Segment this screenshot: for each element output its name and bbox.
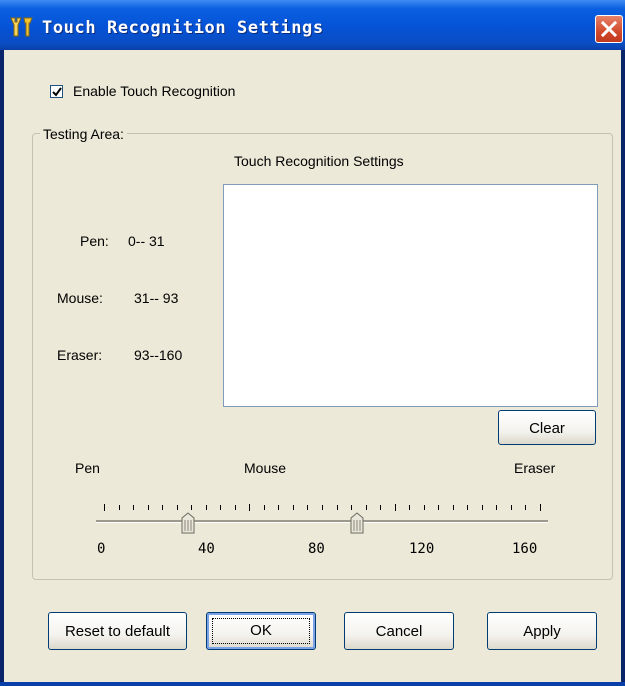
slider-tick — [481, 505, 483, 510]
slider-tick — [133, 505, 135, 510]
slider-tick — [438, 505, 440, 510]
slider-thumb-mouse-eraser[interactable] — [350, 512, 364, 534]
touch-settings-header: Touch Recognition Settings — [234, 153, 404, 169]
slider-zone-pen: Pen — [75, 460, 100, 476]
slider-tick — [452, 505, 454, 510]
slider-tick — [292, 505, 294, 510]
slider-tick — [540, 504, 541, 511]
pen-range-value: 0-- 31 — [128, 233, 165, 249]
mouse-range-name: Mouse: — [57, 290, 103, 306]
eraser-range-value: 93--160 — [134, 347, 183, 363]
slider-tick — [423, 505, 425, 510]
scale-label-0: 0 — [97, 541, 106, 557]
reset-default-button[interactable]: Reset to default — [48, 612, 187, 650]
enable-touch-checkbox[interactable] — [50, 85, 63, 98]
tools-icon — [8, 17, 36, 37]
window-bottom-border — [0, 682, 625, 686]
scale-label-160: 160 — [512, 541, 538, 557]
enable-touch-label[interactable]: Enable Touch Recognition — [73, 83, 235, 99]
focus-indicator — [212, 618, 310, 644]
slider-tick — [510, 505, 512, 510]
scale-label-40: 40 — [198, 541, 215, 557]
slider-tick — [220, 505, 222, 510]
slider-tick — [234, 505, 236, 510]
slider-tick — [394, 504, 396, 511]
slider-tick — [496, 505, 498, 510]
pen-range-name: Pen: — [80, 233, 109, 249]
slider-tick — [205, 505, 207, 510]
slider-tick — [278, 505, 280, 510]
slider-tick — [104, 504, 105, 511]
clear-button[interactable]: Clear — [498, 410, 596, 445]
slider-tick — [336, 505, 338, 510]
slider-thumb-pen-mouse[interactable] — [181, 512, 195, 534]
dialog-window: Touch Recognition Settings Enable Touch … — [0, 0, 625, 686]
slider-tick — [351, 505, 353, 510]
close-icon — [601, 21, 617, 37]
slider-zone-mouse: Mouse — [244, 460, 287, 476]
slider-tick — [191, 505, 193, 510]
slider-tick — [249, 504, 251, 511]
touch-test-area[interactable] — [223, 184, 598, 407]
window-title: Touch Recognition Settings — [42, 18, 324, 38]
slider-zone-eraser: Eraser — [514, 460, 556, 476]
recognition-range-slider[interactable] — [96, 498, 548, 538]
slider-tick — [263, 505, 265, 510]
slider-tick — [525, 505, 527, 510]
slider-tick — [409, 505, 411, 510]
scale-label-120: 120 — [409, 541, 435, 557]
slider-tick — [176, 505, 178, 510]
slider-tick — [118, 505, 120, 510]
slider-tick — [162, 505, 164, 510]
slider-track — [96, 520, 548, 523]
slider-tick — [322, 505, 323, 510]
slider-tick — [380, 505, 382, 510]
eraser-range-name: Eraser: — [57, 347, 103, 363]
slider-tick — [365, 505, 367, 510]
ok-button[interactable]: OK — [206, 612, 316, 650]
slider-tick — [467, 505, 469, 510]
cancel-button[interactable]: Cancel — [344, 612, 454, 650]
slider-tick — [147, 505, 149, 510]
apply-button[interactable]: Apply — [487, 612, 597, 650]
checkmark-icon — [52, 87, 62, 97]
mouse-range-value: 31-- 93 — [134, 290, 179, 306]
slider-tick — [307, 505, 309, 510]
close-button[interactable] — [595, 15, 623, 43]
title-bar[interactable]: Touch Recognition Settings — [0, 0, 625, 50]
scale-label-80: 80 — [308, 541, 325, 557]
testing-area-legend: Testing Area: — [40, 126, 127, 142]
